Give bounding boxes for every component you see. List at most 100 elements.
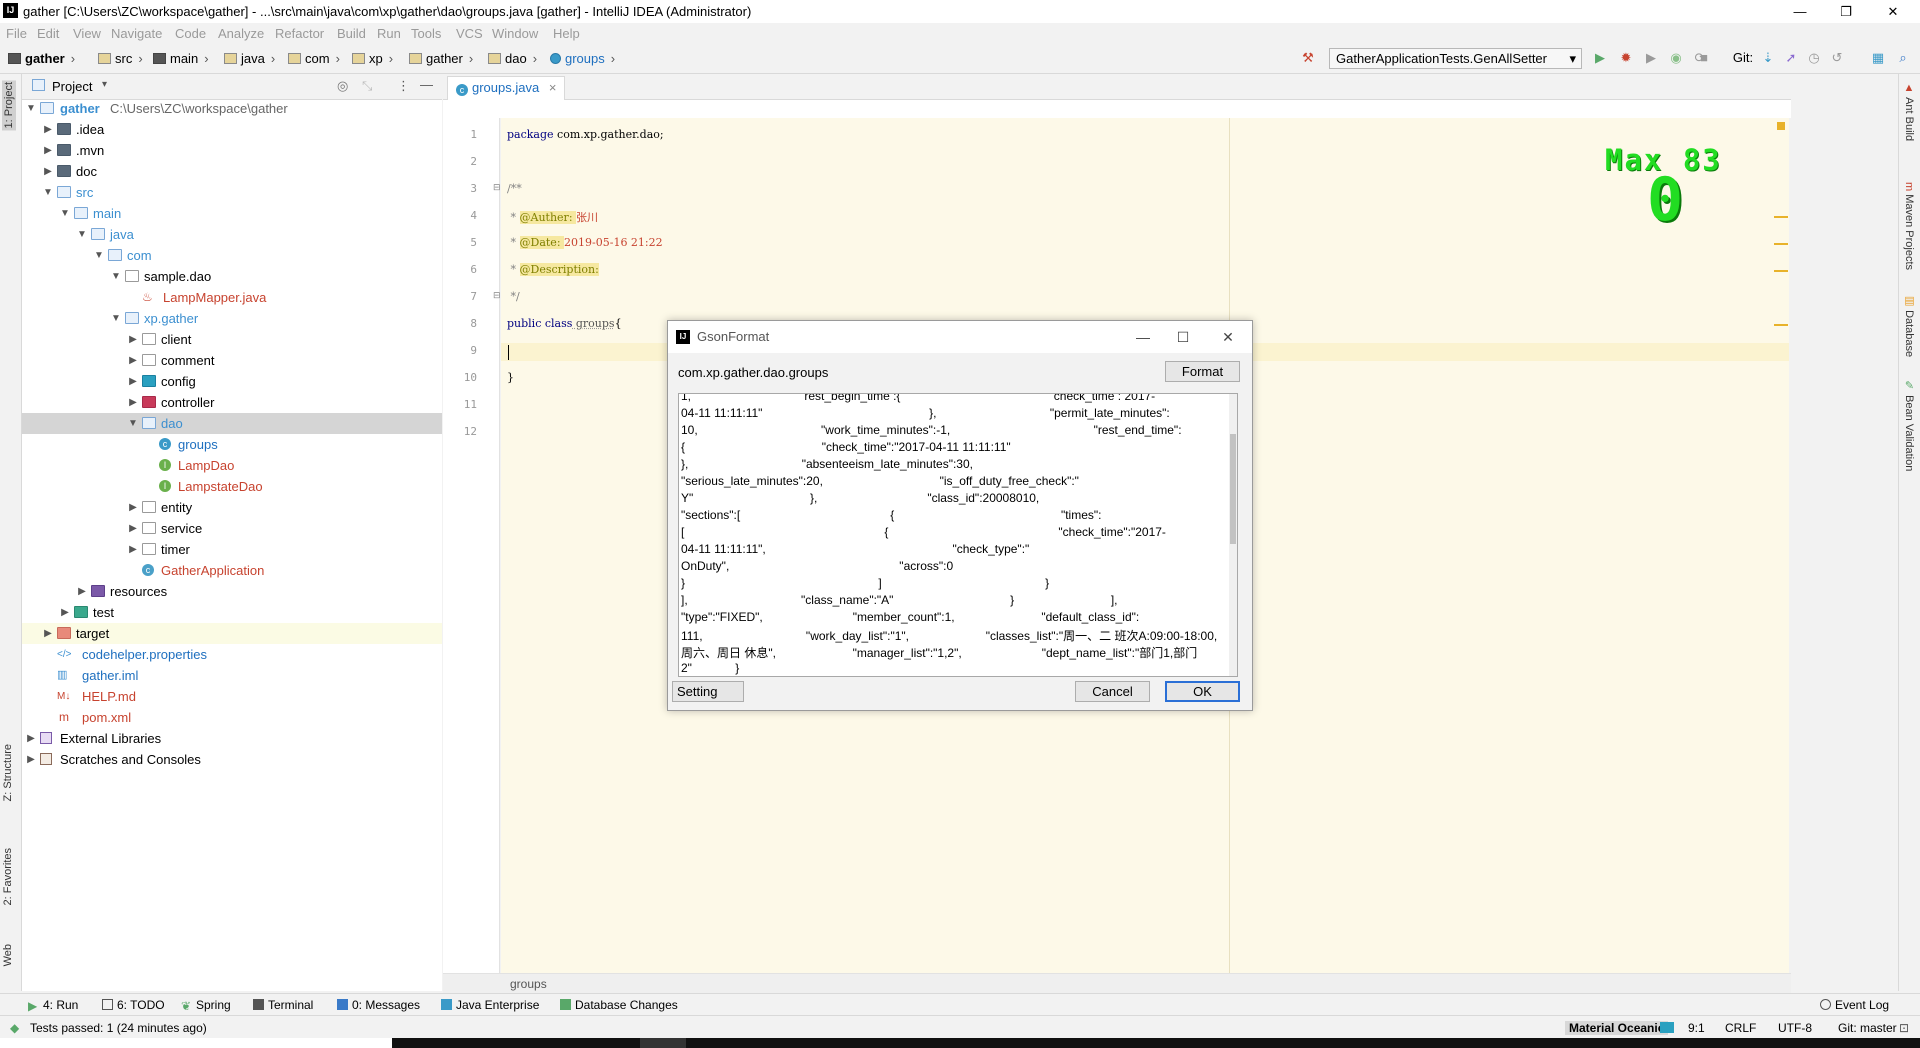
- tab-java-enterprise[interactable]: Java Enterprise: [441, 998, 539, 1012]
- project-structure-icon[interactable]: ▦: [1870, 50, 1886, 66]
- breadcrumb-gather-pkg[interactable]: gather ›: [409, 51, 473, 66]
- hammer-build-icon[interactable]: ⚒: [1300, 50, 1316, 66]
- file-encoding[interactable]: UTF-8: [1778, 1021, 1812, 1035]
- gear-icon[interactable]: ⋮: [397, 78, 410, 94]
- menu-code[interactable]: Code: [175, 26, 206, 41]
- menu-tools[interactable]: Tools: [411, 26, 441, 41]
- json-scrollbar[interactable]: [1229, 394, 1237, 676]
- menu-build[interactable]: Build: [337, 26, 366, 41]
- minimize-icon[interactable]: —: [1128, 327, 1158, 347]
- tab-favorites[interactable]: 2: Favorites: [2, 848, 14, 905]
- warning-marker[interactable]: [1774, 324, 1788, 326]
- menu-refactor[interactable]: Refactor: [275, 26, 324, 41]
- tree-item-external-libraries[interactable]: ▶ External Libraries: [22, 728, 442, 749]
- tab-bean-validation[interactable]: ✎ Bean Validation: [1903, 379, 1916, 471]
- close-button[interactable]: ✕: [1870, 0, 1916, 23]
- format-button[interactable]: Format: [1165, 361, 1240, 382]
- tree-item-com[interactable]: ▼ com: [22, 245, 442, 266]
- breadcrumb-gather[interactable]: gather ›: [8, 51, 75, 66]
- tree-item-test[interactable]: ▶ test: [22, 602, 442, 623]
- tree-item-mvn[interactable]: ▶ .mvn: [22, 140, 442, 161]
- fold-icon[interactable]: ⊟: [493, 182, 501, 193]
- tree-item-sample-dao[interactable]: ▼ sample.dao: [22, 266, 442, 287]
- tree-item-lampmapper[interactable]: ♨ LampMapper.java: [22, 287, 442, 308]
- warning-marker[interactable]: [1774, 270, 1788, 272]
- caret-position[interactable]: 9:1: [1688, 1021, 1705, 1035]
- tree-item-lampdao[interactable]: I LampDao: [22, 455, 442, 476]
- project-view-select[interactable]: Project: [52, 79, 92, 94]
- tree-item-scratches[interactable]: ▶ Scratches and Consoles: [22, 749, 442, 770]
- json-input-textarea[interactable]: 1, rest_begin_time :{ check_time : 2017-…: [678, 393, 1238, 677]
- menu-run[interactable]: Run: [377, 26, 401, 41]
- tab-event-log[interactable]: Event Log: [1820, 998, 1889, 1012]
- tree-item-java[interactable]: ▼ java: [22, 224, 442, 245]
- menu-navigate[interactable]: Navigate: [111, 26, 162, 41]
- maximize-icon[interactable]: ☐: [1168, 327, 1198, 347]
- locate-icon[interactable]: ◎: [337, 78, 348, 94]
- menu-view[interactable]: View: [73, 26, 101, 41]
- hide-icon[interactable]: —: [420, 77, 433, 92]
- tab-run[interactable]: ▶ 4: Run: [28, 998, 78, 1013]
- close-icon[interactable]: ✕: [1213, 327, 1243, 347]
- theme-indicator[interactable]: Material Oceanic: [1565, 1021, 1669, 1035]
- breadcrumb-com[interactable]: com ›: [288, 51, 340, 66]
- setting-button[interactable]: Setting: [672, 681, 744, 702]
- menu-file[interactable]: File: [6, 26, 27, 41]
- tab-todo[interactable]: 6: TODO: [102, 998, 165, 1012]
- breadcrumb-xp[interactable]: xp ›: [352, 51, 393, 66]
- tree-item-gatherapplication[interactable]: c GatherApplication: [22, 560, 442, 581]
- run-coverage-icon[interactable]: ▶: [1643, 50, 1659, 66]
- menu-vcs[interactable]: VCS: [456, 26, 483, 41]
- tree-item-target[interactable]: ▶ target: [22, 623, 442, 644]
- tree-item-codehelper[interactable]: </> codehelper.properties: [22, 644, 442, 665]
- tree-item-help-md[interactable]: M↓ HELP.md: [22, 686, 442, 707]
- breadcrumb-groups[interactable]: groups ›: [550, 51, 615, 66]
- scrollbar-thumb[interactable]: [1230, 434, 1236, 544]
- tree-item-entity[interactable]: ▶ entity: [22, 497, 442, 518]
- tree-item-controller[interactable]: ▶ controller: [22, 392, 442, 413]
- ok-button[interactable]: OK: [1165, 681, 1240, 702]
- menu-help[interactable]: Help: [553, 26, 580, 41]
- revert-icon[interactable]: ↺: [1829, 50, 1845, 66]
- vcs-commit-icon[interactable]: ➚: [1783, 50, 1799, 66]
- tree-item-pom[interactable]: m pom.xml: [22, 707, 442, 728]
- tree-item-gather[interactable]: ▼ gather C:\Users\ZC\workspace\gather: [22, 98, 442, 119]
- menu-analyze[interactable]: Analyze: [218, 26, 264, 41]
- tree-item-timer[interactable]: ▶ timer: [22, 539, 442, 560]
- status-message[interactable]: Tests passed: 1 (24 minutes ago): [30, 1021, 207, 1035]
- line-separator[interactable]: CRLF: [1725, 1021, 1756, 1035]
- debug-icon[interactable]: ✹: [1618, 50, 1634, 66]
- tab-terminal[interactable]: Terminal: [253, 998, 313, 1012]
- breadcrumb-dao[interactable]: dao ›: [488, 51, 537, 66]
- warning-marker[interactable]: [1774, 216, 1788, 218]
- cancel-button[interactable]: Cancel: [1075, 681, 1150, 702]
- tree-item-client[interactable]: ▶ client: [22, 329, 442, 350]
- close-tab-icon[interactable]: ×: [549, 80, 557, 95]
- chevron-down-icon[interactable]: ▾: [102, 79, 107, 90]
- tab-groups-java[interactable]: c groups.java ×: [447, 76, 566, 100]
- tree-item-gather-iml[interactable]: ▥ gather.iml: [22, 665, 442, 686]
- chevron-down-icon[interactable]: ▼: [25, 98, 37, 119]
- git-branch[interactable]: Git: master: [1838, 1021, 1897, 1035]
- tree-item-src[interactable]: ▼ src: [22, 182, 442, 203]
- maximize-button[interactable]: ❐: [1823, 0, 1869, 23]
- footer-breadcrumb-groups[interactable]: groups: [510, 977, 547, 991]
- history-icon[interactable]: ◷: [1806, 50, 1822, 66]
- warning-marker[interactable]: [1774, 243, 1788, 245]
- breadcrumb-src[interactable]: src ›: [98, 51, 143, 66]
- tab-spring[interactable]: ❦ Spring: [181, 998, 231, 1013]
- tree-item-main[interactable]: ▼ main: [22, 203, 442, 224]
- tree-item-doc[interactable]: ▶ doc: [22, 161, 442, 182]
- search-icon[interactable]: ⌕: [1895, 50, 1911, 66]
- tab-maven-projects[interactable]: m Maven Projects: [1903, 182, 1915, 270]
- tab-web[interactable]: Web: [2, 944, 14, 966]
- tab-database[interactable]: ▤ Database: [1903, 294, 1916, 357]
- tree-item-config[interactable]: ▶ config: [22, 371, 442, 392]
- tree-item-dao[interactable]: ▼ dao: [22, 413, 442, 434]
- tab-project[interactable]: 1: Project: [2, 80, 16, 131]
- run-icon[interactable]: ▶: [1592, 50, 1608, 66]
- tree-item-resources[interactable]: ▶ resources: [22, 581, 442, 602]
- menu-window[interactable]: Window: [492, 26, 538, 41]
- run-configuration-select[interactable]: GatherApplicationTests.GenAllSetter ▾: [1329, 48, 1582, 69]
- tab-messages[interactable]: 0: Messages: [337, 998, 420, 1012]
